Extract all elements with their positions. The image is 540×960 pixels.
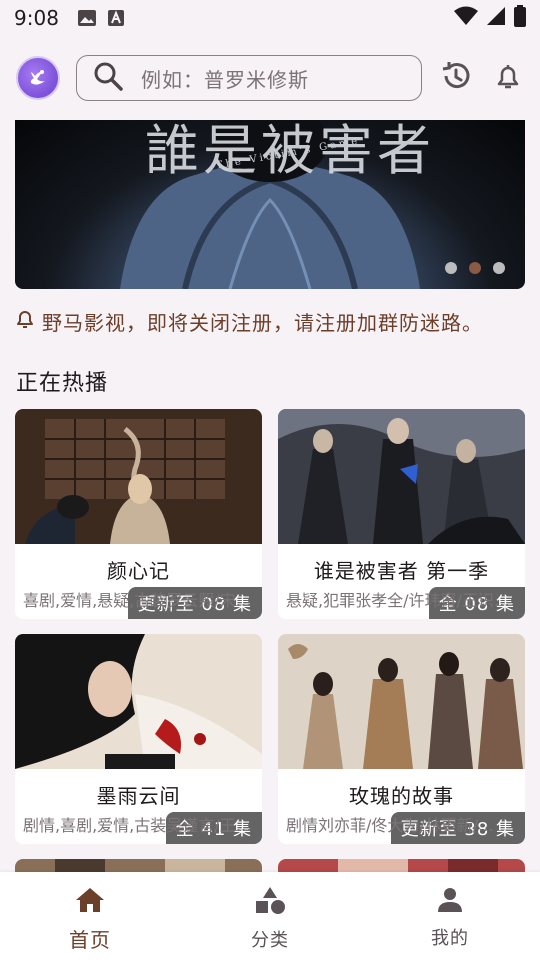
carousel-dot[interactable] <box>445 262 457 274</box>
status-time: 9:08 <box>14 6 59 30</box>
poster-image <box>278 859 525 872</box>
search-icon <box>93 61 123 95</box>
show-title: 颜心记 <box>107 559 170 583</box>
show-card[interactable]: 更新至 08 集 颜心记 喜剧,爱情,悬疑,古装罗云熙/宋轶/王佑硕/... <box>15 409 262 619</box>
status-bar: 9:08 <box>0 0 540 36</box>
bell-icon <box>493 61 523 95</box>
bell-outline-icon <box>16 309 34 334</box>
search-input[interactable]: 例如：普罗米修斯 <box>76 55 422 101</box>
show-title: 玫瑰的故事 <box>349 784 454 808</box>
show-card[interactable]: 更新至 38 集 玫瑰的故事 剧情刘亦菲/佟大为/林更新/... <box>278 634 525 844</box>
notice-text: 野马影视，即将关闭注册，请注册加群防迷路。 <box>42 310 483 335</box>
show-card[interactable]: 全 08 集 谁是被害者 第一季 悬疑,犯罪张孝全/许玮甯/王识贤/... <box>278 409 525 619</box>
nav-home-label: 首页 <box>69 928 111 952</box>
poster-image <box>278 409 525 544</box>
category-icon <box>254 886 286 920</box>
profile-icon <box>436 886 464 918</box>
bottom-navigation: 首页 分类 我的 <box>0 872 540 960</box>
show-card[interactable]: 全 41 集 墨雨云间 剧情,喜剧,爱情,古装吴谨言/王星越/... <box>15 634 262 844</box>
image-icon <box>77 9 97 27</box>
nav-home[interactable]: 首页 <box>0 872 180 960</box>
show-card-partial[interactable] <box>278 859 525 872</box>
banner-carousel[interactable]: 誰是被害者 The Victim's Game <box>15 120 525 289</box>
home-icon <box>74 886 106 918</box>
show-title: 谁是被害者 第一季 <box>313 559 490 583</box>
carousel-indicator <box>445 262 505 274</box>
show-card-partial[interactable] <box>15 859 262 872</box>
section-title: 正在热播 <box>16 371 109 396</box>
carousel-dot-active[interactable] <box>469 262 481 274</box>
show-description: 剧情,喜剧,爱情,古装吴谨言/王星越/... <box>23 816 255 835</box>
nav-category-label: 分类 <box>251 930 289 951</box>
search-placeholder: 例如：普罗米修斯 <box>141 67 309 92</box>
poster-image <box>15 634 262 769</box>
show-description: 悬疑,犯罪张孝全/许玮甯/王识贤/... <box>286 591 518 610</box>
show-description: 剧情刘亦菲/佟大为/林更新/... <box>286 816 494 835</box>
signal-icon <box>486 6 506 31</box>
carousel-dot[interactable] <box>493 262 505 274</box>
poster-image <box>278 634 525 769</box>
nav-category[interactable]: 分类 <box>180 872 360 960</box>
app-logo-icon[interactable] <box>16 56 60 100</box>
notification-button[interactable] <box>492 62 524 94</box>
history-button[interactable] <box>440 62 472 94</box>
battery-icon <box>514 4 526 32</box>
notice-bar: 野马影视，即将关闭注册，请注册加群防迷路。 <box>16 306 526 336</box>
nav-profile[interactable]: 我的 <box>360 872 540 960</box>
show-title: 墨雨云间 <box>96 784 181 808</box>
nav-profile-label: 我的 <box>431 928 469 949</box>
history-icon <box>440 60 472 96</box>
wifi-icon <box>454 6 478 31</box>
poster-image <box>15 409 262 544</box>
top-app-bar: 例如：普罗米修斯 <box>0 36 540 120</box>
a-badge-icon <box>107 9 125 27</box>
home-feed[interactable]: 誰是被害者 The Victim's Game 野马影视，即将关闭注册，请注册加… <box>0 120 540 872</box>
poster-image <box>15 859 262 872</box>
show-description: 喜剧,爱情,悬疑,古装罗云熙/宋轶/王佑硕/... <box>23 591 255 610</box>
